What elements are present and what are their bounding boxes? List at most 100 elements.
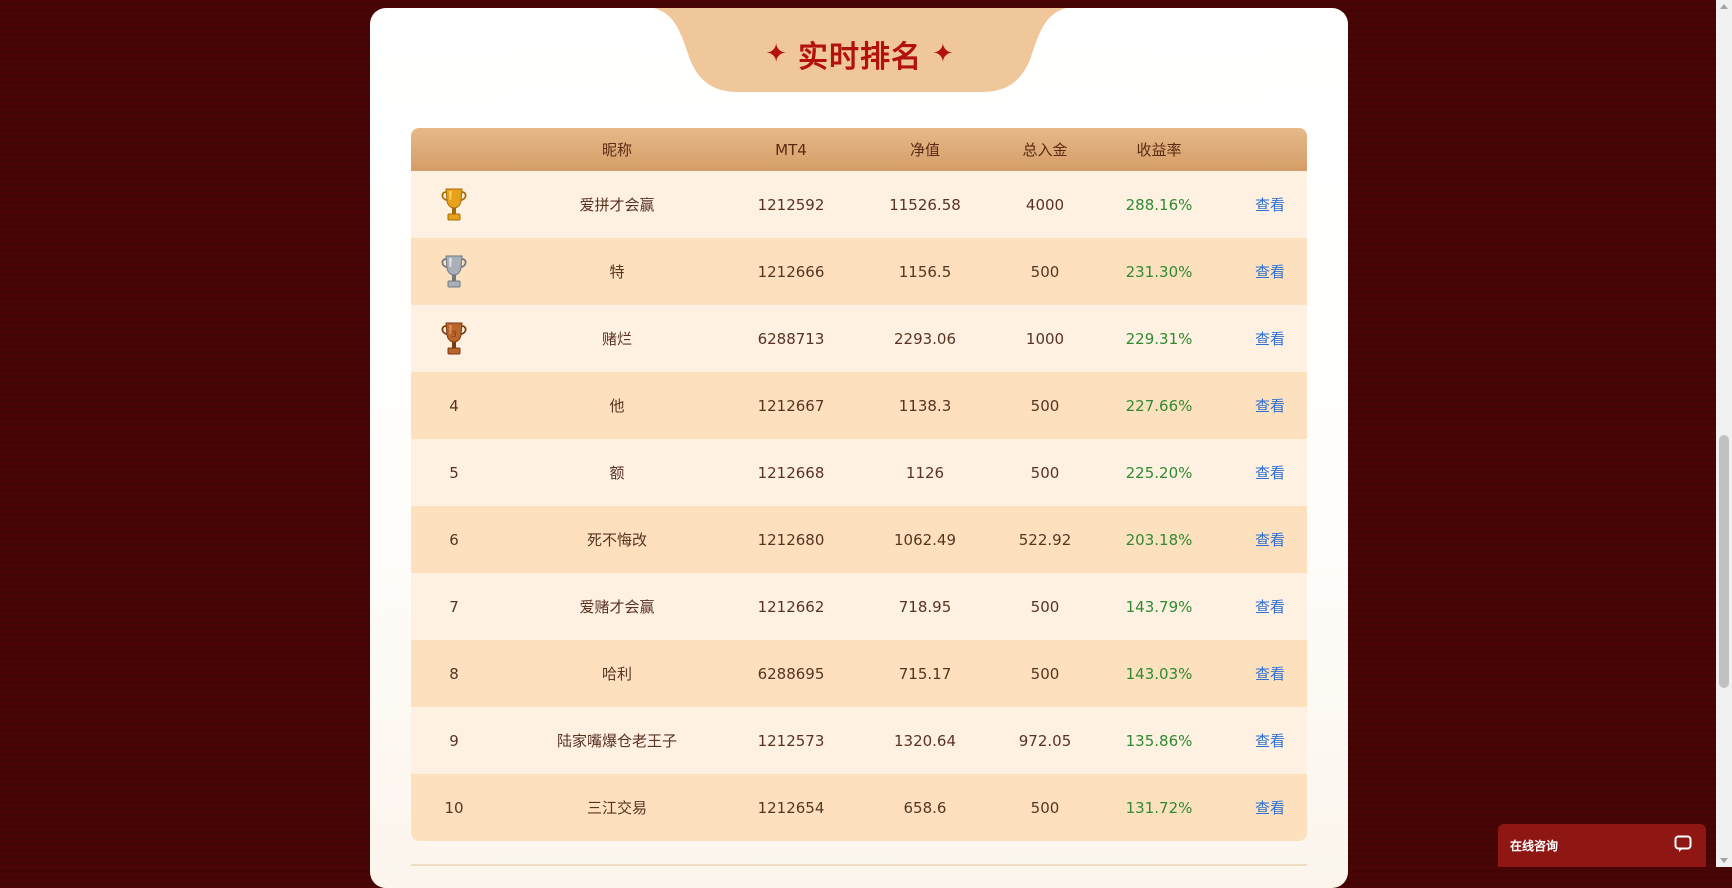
rate-cell: 225.20% [1125, 463, 1193, 482]
scroll-up-icon[interactable] [1720, 4, 1728, 9]
mt4-cell: 1212680 [757, 530, 825, 549]
view-link[interactable]: 查看 [1233, 663, 1307, 684]
nav-cell: 1126 [905, 463, 945, 482]
rate-cell: 288.16% [1125, 195, 1193, 214]
mt4-cell: 6288695 [757, 664, 825, 683]
name-cell: 爱拼才会赢 [579, 196, 655, 214]
rate-cell: 131.72% [1125, 798, 1193, 817]
rank-cell: 6 [449, 530, 459, 549]
rank-cell [411, 252, 497, 292]
scroll-thumb[interactable] [1719, 435, 1729, 688]
name-cell: 陆家嘴爆仓老王子 [556, 732, 677, 750]
name-cell: 死不悔改 [586, 531, 647, 549]
view-link[interactable]: 查看 [1233, 596, 1307, 617]
nav-cell: 1138.3 [898, 396, 952, 415]
rank-cell: 4 [449, 396, 459, 415]
scrollbar[interactable] [1716, 0, 1732, 867]
deposit-cell: 972.05 [1018, 731, 1072, 750]
nav-cell: 11526.58 [889, 195, 961, 214]
deposit-cell: 500 [1030, 798, 1060, 817]
title-tab: ✦ 实时排名 ✦ [654, 8, 1066, 92]
view-link[interactable]: 查看 [1233, 462, 1307, 483]
deposit-cell: 1000 [1025, 329, 1065, 348]
deposit-cell: 500 [1030, 463, 1060, 482]
view-link[interactable]: 查看 [1233, 730, 1307, 751]
rate-cell: 227.66% [1125, 396, 1193, 415]
deposit-cell: 500 [1030, 262, 1060, 281]
name-cell: 赌烂 [601, 330, 632, 348]
rank-cell: 3 [411, 319, 497, 359]
svg-text:3: 3 [451, 330, 456, 339]
nav-cell: 718.95 [898, 597, 952, 616]
view-link[interactable]: 查看 [1233, 328, 1307, 349]
table-row: 特 1212666 1156.5 500 231.30% 查看 [411, 238, 1307, 305]
mt4-cell: 1212654 [757, 798, 825, 817]
mt4-cell: 1212668 [757, 463, 825, 482]
rank-cell: 10 [444, 798, 464, 817]
view-link[interactable]: 查看 [1233, 529, 1307, 550]
nav-cell: 1320.64 [893, 731, 957, 750]
deposit-cell: 500 [1030, 664, 1060, 683]
header-deposit: 总入金 [1022, 141, 1068, 159]
page-title-text: 实时排名 [798, 40, 922, 75]
nav-cell: 1062.49 [893, 530, 957, 549]
header-rate: 收益率 [1136, 141, 1182, 159]
online-chat-button[interactable]: 在线咨询 [1498, 824, 1706, 867]
deposit-cell: 500 [1030, 597, 1060, 616]
bronze-trophy-icon: 3 [439, 322, 469, 354]
rank-cell: 7 [449, 597, 459, 616]
rank-cell: 8 [449, 664, 459, 683]
chat-label: 在线咨询 [1510, 839, 1559, 853]
view-link[interactable]: 查看 [1233, 395, 1307, 416]
ranking-card: ✦ 实时排名 ✦ 昵称 MT4 净值 总入金 收益率 爱拼才会赢 1212592 1… [370, 8, 1348, 888]
name-cell: 爱赌才会赢 [579, 598, 655, 616]
table-row: 10 三江交易 1212654 658.6 500 131.72% 查看 [411, 774, 1307, 841]
header-name: 昵称 [601, 141, 632, 159]
table-row: 7 爱赌才会赢 1212662 718.95 500 143.79% 查看 [411, 573, 1307, 640]
table-header: 昵称 MT4 净值 总入金 收益率 [411, 128, 1307, 171]
mt4-cell: 1212592 [757, 195, 825, 214]
name-cell: 额 [609, 464, 625, 482]
view-link[interactable]: 查看 [1233, 261, 1307, 282]
rate-cell: 229.31% [1125, 329, 1193, 348]
table-body: 爱拼才会赢 1212592 11526.58 4000 288.16% 查看特 121266… [411, 171, 1307, 841]
mt4-cell: 1212662 [757, 597, 825, 616]
name-cell: 特 [609, 263, 625, 281]
view-link[interactable]: 查看 [1233, 194, 1307, 215]
name-cell: 他 [609, 397, 625, 415]
star-left-icon: ✦ [765, 39, 788, 69]
mt4-cell: 6288713 [757, 329, 825, 348]
ranking-table: 昵称 MT4 净值 总入金 收益率 爱拼才会赢 1212592 11526.58 40… [411, 128, 1307, 841]
gold-trophy-icon [439, 188, 469, 220]
rank-cell: 9 [449, 731, 459, 750]
deposit-cell: 522.92 [1018, 530, 1072, 549]
nav-cell: 715.17 [898, 664, 952, 683]
nav-cell: 658.6 [903, 798, 947, 817]
rate-cell: 231.30% [1125, 262, 1193, 281]
rate-cell: 143.03% [1125, 664, 1193, 683]
rate-cell: 203.18% [1125, 530, 1193, 549]
table-row: 6 死不悔改 1212680 1062.49 522.92 203.18% 查看 [411, 506, 1307, 573]
rate-cell: 143.79% [1125, 597, 1193, 616]
table-row: 爱拼才会赢 1212592 11526.58 4000 288.16% 查看 [411, 171, 1307, 238]
rank-cell: 5 [449, 463, 459, 482]
scroll-down-icon[interactable] [1720, 858, 1728, 863]
table-row: 5 额 1212668 1126 500 225.20% 查看 [411, 439, 1307, 506]
table-row: 8 哈利 6288695 715.17 500 143.03% 查看 [411, 640, 1307, 707]
nav-cell: 1156.5 [898, 262, 952, 281]
deposit-cell: 4000 [1025, 195, 1065, 214]
deposit-cell: 500 [1030, 396, 1060, 415]
divider [411, 864, 1307, 866]
table-row: 3 赌烂 6288713 2293.06 1000 229.31% 查看 [411, 305, 1307, 372]
page-title: ✦ 实时排名 ✦ [654, 8, 1066, 100]
header-mt4: MT4 [775, 140, 807, 159]
header-nav: 净值 [909, 141, 940, 159]
name-cell: 三江交易 [586, 799, 647, 817]
view-link[interactable]: 查看 [1233, 797, 1307, 818]
star-right-icon: ✦ [932, 39, 955, 69]
rank-cell [411, 185, 497, 225]
chat-bubble-icon [1674, 835, 1692, 856]
mt4-cell: 1212667 [757, 396, 825, 415]
silver-trophy-icon [439, 255, 469, 287]
name-cell: 哈利 [601, 665, 632, 683]
